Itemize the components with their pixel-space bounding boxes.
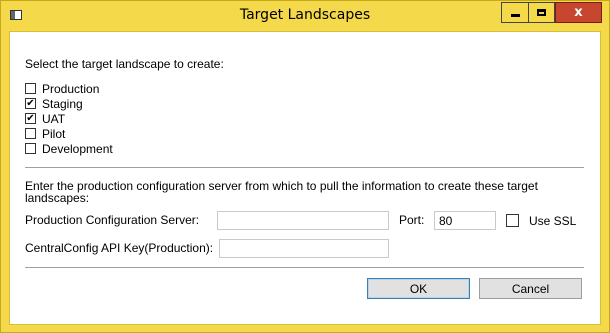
uat-checkbox[interactable]: ✔ bbox=[25, 113, 36, 124]
staging-label: Staging bbox=[42, 96, 83, 111]
use-ssl-option[interactable]: Use SSL bbox=[506, 213, 576, 228]
dialog-window: Target Landscapes x Select the target la… bbox=[0, 0, 610, 333]
apikey-label: CentralConfig API Key(Production): bbox=[25, 241, 214, 255]
pilot-checkbox[interactable] bbox=[25, 128, 36, 139]
close-button[interactable]: x bbox=[555, 2, 602, 23]
ok-button[interactable]: OK bbox=[367, 278, 470, 299]
production-checkbox[interactable] bbox=[25, 83, 36, 94]
title-bar[interactable]: Target Landscapes x bbox=[1, 1, 609, 31]
maximize-button[interactable] bbox=[528, 2, 555, 23]
server-description: Enter the production configuration serve… bbox=[25, 179, 538, 205]
maximize-icon bbox=[537, 9, 546, 16]
dialog-content: Select the target landscape to create: P… bbox=[9, 31, 601, 325]
option-staging[interactable]: ✔ Staging bbox=[25, 96, 83, 111]
cancel-button[interactable]: Cancel bbox=[479, 278, 582, 299]
port-label: Port: bbox=[399, 213, 425, 227]
development-label: Development bbox=[42, 141, 113, 156]
minimize-button[interactable] bbox=[501, 2, 528, 23]
server-input[interactable] bbox=[217, 211, 389, 230]
production-label: Production bbox=[42, 81, 100, 96]
staging-checkbox[interactable]: ✔ bbox=[25, 98, 36, 109]
apikey-input[interactable] bbox=[219, 239, 389, 258]
minimize-icon bbox=[510, 14, 520, 17]
close-icon: x bbox=[574, 5, 583, 20]
option-pilot[interactable]: Pilot bbox=[25, 126, 65, 141]
use-ssl-checkbox[interactable] bbox=[506, 214, 519, 227]
port-input[interactable] bbox=[434, 211, 496, 230]
uat-label: UAT bbox=[42, 111, 66, 126]
landscape-prompt: Select the target landscape to create: bbox=[25, 57, 224, 71]
option-production[interactable]: Production bbox=[25, 81, 99, 96]
pilot-label: Pilot bbox=[42, 126, 66, 141]
development-checkbox[interactable] bbox=[25, 143, 36, 154]
option-uat[interactable]: ✔ UAT bbox=[25, 111, 65, 126]
option-development[interactable]: Development bbox=[25, 141, 113, 156]
server-label: Production Configuration Server: bbox=[25, 213, 200, 227]
use-ssl-label: Use SSL bbox=[529, 213, 577, 228]
separator bbox=[25, 167, 584, 168]
separator-bottom bbox=[25, 267, 584, 268]
